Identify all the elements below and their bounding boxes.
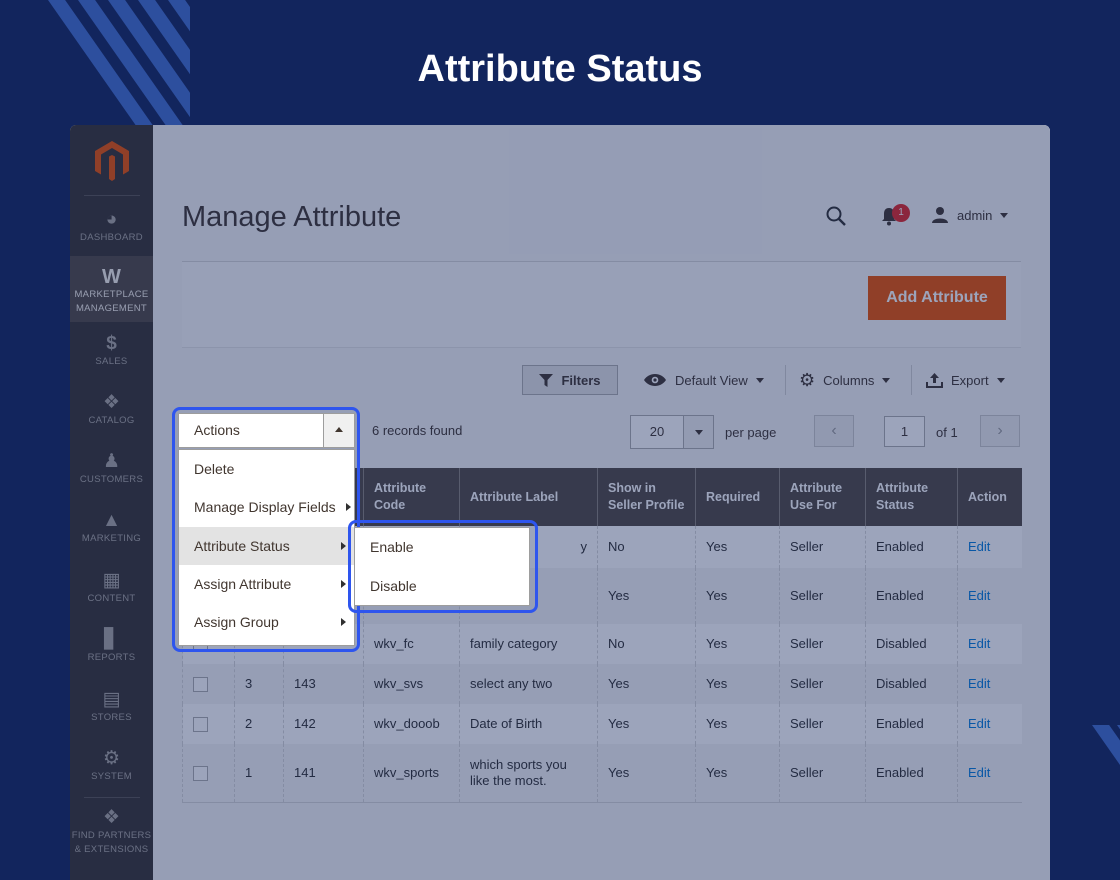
submenu-item-enable[interactable]: Enable (355, 528, 529, 566)
menu-item-attribute-status[interactable]: Attribute Status (179, 527, 354, 565)
chevron-right-icon (341, 580, 346, 588)
chevron-right-icon (346, 503, 351, 511)
attribute-status-submenu: Enable Disable (354, 527, 530, 606)
chevron-up-icon (335, 427, 343, 432)
decorative-stripes-bottom-right (1040, 725, 1120, 820)
actions-dropdown: Actions Delete Manage Display Fields Att… (178, 413, 355, 646)
chevron-right-icon (341, 618, 346, 626)
actions-button[interactable]: Actions (178, 413, 355, 448)
menu-item-manage-display-fields[interactable]: Manage Display Fields (179, 488, 354, 526)
submenu-item-disable[interactable]: Disable (355, 567, 529, 605)
headline: Attribute Status (417, 48, 703, 90)
menu-item-delete[interactable]: Delete (179, 450, 354, 488)
actions-menu: Delete Manage Display Fields Attribute S… (178, 449, 355, 646)
menu-item-assign-attribute[interactable]: Assign Attribute (179, 565, 354, 603)
menu-item-assign-group[interactable]: Assign Group (179, 603, 354, 641)
chevron-right-icon (341, 542, 346, 550)
